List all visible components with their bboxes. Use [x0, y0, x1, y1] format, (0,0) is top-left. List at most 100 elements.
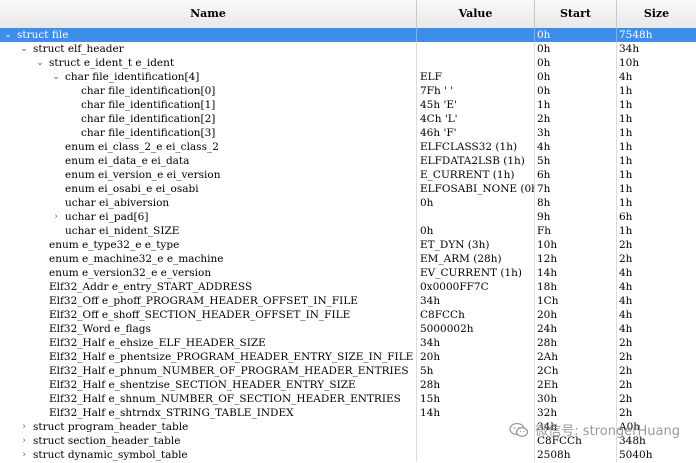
start-cell: 2Ah: [535, 350, 617, 364]
column-header-size[interactable]: Size: [617, 0, 696, 28]
tree-row[interactable]: › struct dynamic_symbol_table 2508h 5040h: [0, 448, 696, 462]
tree-row[interactable]: enum ei_version_e ei_version E_CURRENT (1…: [0, 168, 696, 182]
tree-row[interactable]: enum ei_data_e ei_data ELFDATA2LSB (1h) 5h…: [0, 154, 696, 168]
value-cell: 7Fh ' ': [417, 84, 535, 98]
value-cell: [417, 210, 535, 224]
value-cell: 34h: [417, 336, 535, 350]
size-cell: 1h: [619, 113, 633, 125]
field-name: char file_identification[3]: [81, 127, 216, 139]
tree-row[interactable]: Elf32_Off e_phoff_PROGRAM_HEADER_OFFSET_…: [0, 294, 696, 308]
chevron-down-icon[interactable]: ⌄: [35, 56, 45, 70]
field-name: Elf32_Half e_shtrndx_STRING_TABLE_INDEX: [49, 407, 294, 419]
tree-row[interactable]: Elf32_Half e_phnum_NUMBER_OF_PROGRAM_HEA…: [0, 364, 696, 378]
start-cell: 2Eh: [535, 378, 617, 392]
tree-row[interactable]: enum e_type32_e e_type ET_DYN (3h) 10h 2h: [0, 238, 696, 252]
tree-row[interactable]: uchar ei_abiversion 0h 8h 1h: [0, 196, 696, 210]
tree-row[interactable]: Elf32_Half e_shtrndx_STRING_TABLE_INDEX 1…: [0, 406, 696, 420]
column-header-value[interactable]: Value: [417, 0, 535, 28]
field-name: char file_identification[0]: [81, 85, 216, 97]
tree-row[interactable]: uchar ei_nident_SIZE 0h Fh 1h: [0, 224, 696, 238]
field-name: enum ei_class_2_e ei_class_2: [65, 141, 219, 153]
start-cell: 0h: [535, 28, 617, 42]
size-cell: 1h: [619, 127, 633, 139]
size-cell: 2h: [619, 253, 633, 265]
start-cell: 0h: [535, 70, 617, 84]
column-header-start[interactable]: Start: [535, 0, 617, 28]
name-cell: › struct dynamic_symbol_table: [0, 448, 417, 462]
start-cell: Fh: [535, 224, 617, 238]
start-cell: 3h: [535, 126, 617, 140]
start-cell: 0h: [535, 56, 617, 70]
field-name: enum ei_data_e ei_data: [65, 155, 190, 167]
value-cell: C8FCCh: [417, 308, 535, 322]
tree-row[interactable]: ⌄ struct file 0h 7548h: [0, 28, 696, 42]
start-cell: 2Ch: [535, 364, 617, 378]
tree-row[interactable]: enum ei_class_2_e ei_class_2 ELFCLASS32 (…: [0, 140, 696, 154]
tree-row[interactable]: char file_identification[1] 45h 'E' 1h 1h: [0, 98, 696, 112]
tree-row[interactable]: char file_identification[2] 4Ch 'L' 2h 1h: [0, 112, 696, 126]
name-cell: char file_identification[3]: [0, 126, 417, 140]
size-cell: 1h: [619, 225, 633, 237]
chevron-right-icon[interactable]: ›: [51, 210, 61, 224]
tree-row[interactable]: Elf32_Half e_shnum_NUMBER_OF_SECTION_HEA…: [0, 392, 696, 406]
chevron-down-icon[interactable]: ⌄: [51, 70, 61, 84]
chevron-right-icon[interactable]: ›: [19, 420, 29, 434]
start-cell: 0h: [535, 84, 617, 98]
watermark-text: 微信号: strongerHuang: [535, 424, 680, 439]
value-cell: 28h: [417, 378, 535, 392]
chevron-down-icon[interactable]: ⌄: [3, 28, 13, 42]
value-cell: EV_CURRENT (1h): [417, 266, 535, 280]
tree-row[interactable]: ⌄ struct elf_header 0h 34h: [0, 42, 696, 56]
value-cell: 45h 'E': [417, 98, 535, 112]
size-cell: 4h: [619, 267, 633, 279]
tree-row[interactable]: › uchar ei_pad[6] 9h 6h: [0, 210, 696, 224]
field-name: uchar ei_abiversion: [65, 197, 170, 209]
name-cell: Elf32_Addr e_entry_START_ADDRESS: [0, 280, 417, 294]
field-name: enum ei_osabi_e ei_osabi: [65, 183, 199, 195]
start-cell: 2508h: [535, 448, 617, 462]
size-cell: 1h: [619, 183, 633, 195]
field-name: struct elf_header: [33, 43, 124, 55]
value-cell: 4Ch 'L': [417, 112, 535, 126]
chevron-down-icon[interactable]: ⌄: [19, 42, 29, 56]
column-header-name[interactable]: Name: [0, 0, 417, 28]
field-name: Elf32_Addr e_entry_START_ADDRESS: [49, 281, 253, 293]
tree-row[interactable]: enum e_machine32_e e_machine EM_ARM (28h)…: [0, 252, 696, 266]
tree-row[interactable]: char file_identification[0] 7Fh ' ' 0h 1h: [0, 84, 696, 98]
tree-row[interactable]: ⌄ char file_identification[4] ELF 0h 4h: [0, 70, 696, 84]
tree-rows: ⌄ struct file 0h 7548h ⌄ struct elf_header 0h 3…: [0, 28, 696, 462]
tree-row[interactable]: Elf32_Half e_shentzise_SECTION_HEADER_EN…: [0, 378, 696, 392]
wechat-icon: [509, 422, 529, 437]
name-cell: enum ei_class_2_e ei_class_2: [0, 140, 417, 154]
start-cell: 18h: [535, 280, 617, 294]
field-name: uchar ei_pad[6]: [65, 211, 149, 223]
tree-row[interactable]: ⌄ struct e_ident_t e_ident 0h 10h: [0, 56, 696, 70]
field-name: Elf32_Half e_shentzise_SECTION_HEADER_EN…: [49, 379, 356, 391]
value-cell: 0h: [417, 196, 535, 210]
tree-row[interactable]: enum e_version32_e e_version EV_CURRENT (…: [0, 266, 696, 280]
chevron-right-icon[interactable]: ›: [19, 434, 29, 448]
start-cell: 0h: [535, 42, 617, 56]
field-name: struct dynamic_symbol_table: [33, 449, 188, 461]
tree-row[interactable]: Elf32_Word e_flags 5000002h 24h 4h: [0, 322, 696, 336]
size-cell: 1h: [619, 85, 633, 97]
tree-row[interactable]: Elf32_Half e_phentsize_PROGRAM_HEADER_EN…: [0, 350, 696, 364]
value-cell: 46h 'F': [417, 126, 535, 140]
size-cell: 4h: [619, 295, 633, 307]
start-cell: 6h: [535, 168, 617, 182]
start-cell: 1Ch: [535, 294, 617, 308]
name-cell: char file_identification[1]: [0, 98, 417, 112]
tree-row[interactable]: enum ei_osabi_e ei_osabi ELFOSABI_NONE (0…: [0, 182, 696, 196]
tree-row[interactable]: Elf32_Half e_ehsize_ELF_HEADER_SIZE 34h 28…: [0, 336, 696, 350]
size-cell: 10h: [619, 57, 640, 69]
field-name: Elf32_Off e_phoff_PROGRAM_HEADER_OFFSET_…: [49, 295, 358, 307]
tree-row[interactable]: Elf32_Off e_shoff_SECTION_HEADER_OFFSET_…: [0, 308, 696, 322]
start-cell: 20h: [535, 308, 617, 322]
size-cell: 4h: [619, 309, 633, 321]
tree-row[interactable]: Elf32_Addr e_entry_START_ADDRESS 0x0000FF…: [0, 280, 696, 294]
field-name: char file_identification[1]: [81, 99, 216, 111]
chevron-right-icon[interactable]: ›: [19, 448, 29, 462]
start-cell: 9h: [535, 210, 617, 224]
tree-row[interactable]: char file_identification[3] 46h 'F' 3h 1h: [0, 126, 696, 140]
value-cell: 5h: [417, 364, 535, 378]
